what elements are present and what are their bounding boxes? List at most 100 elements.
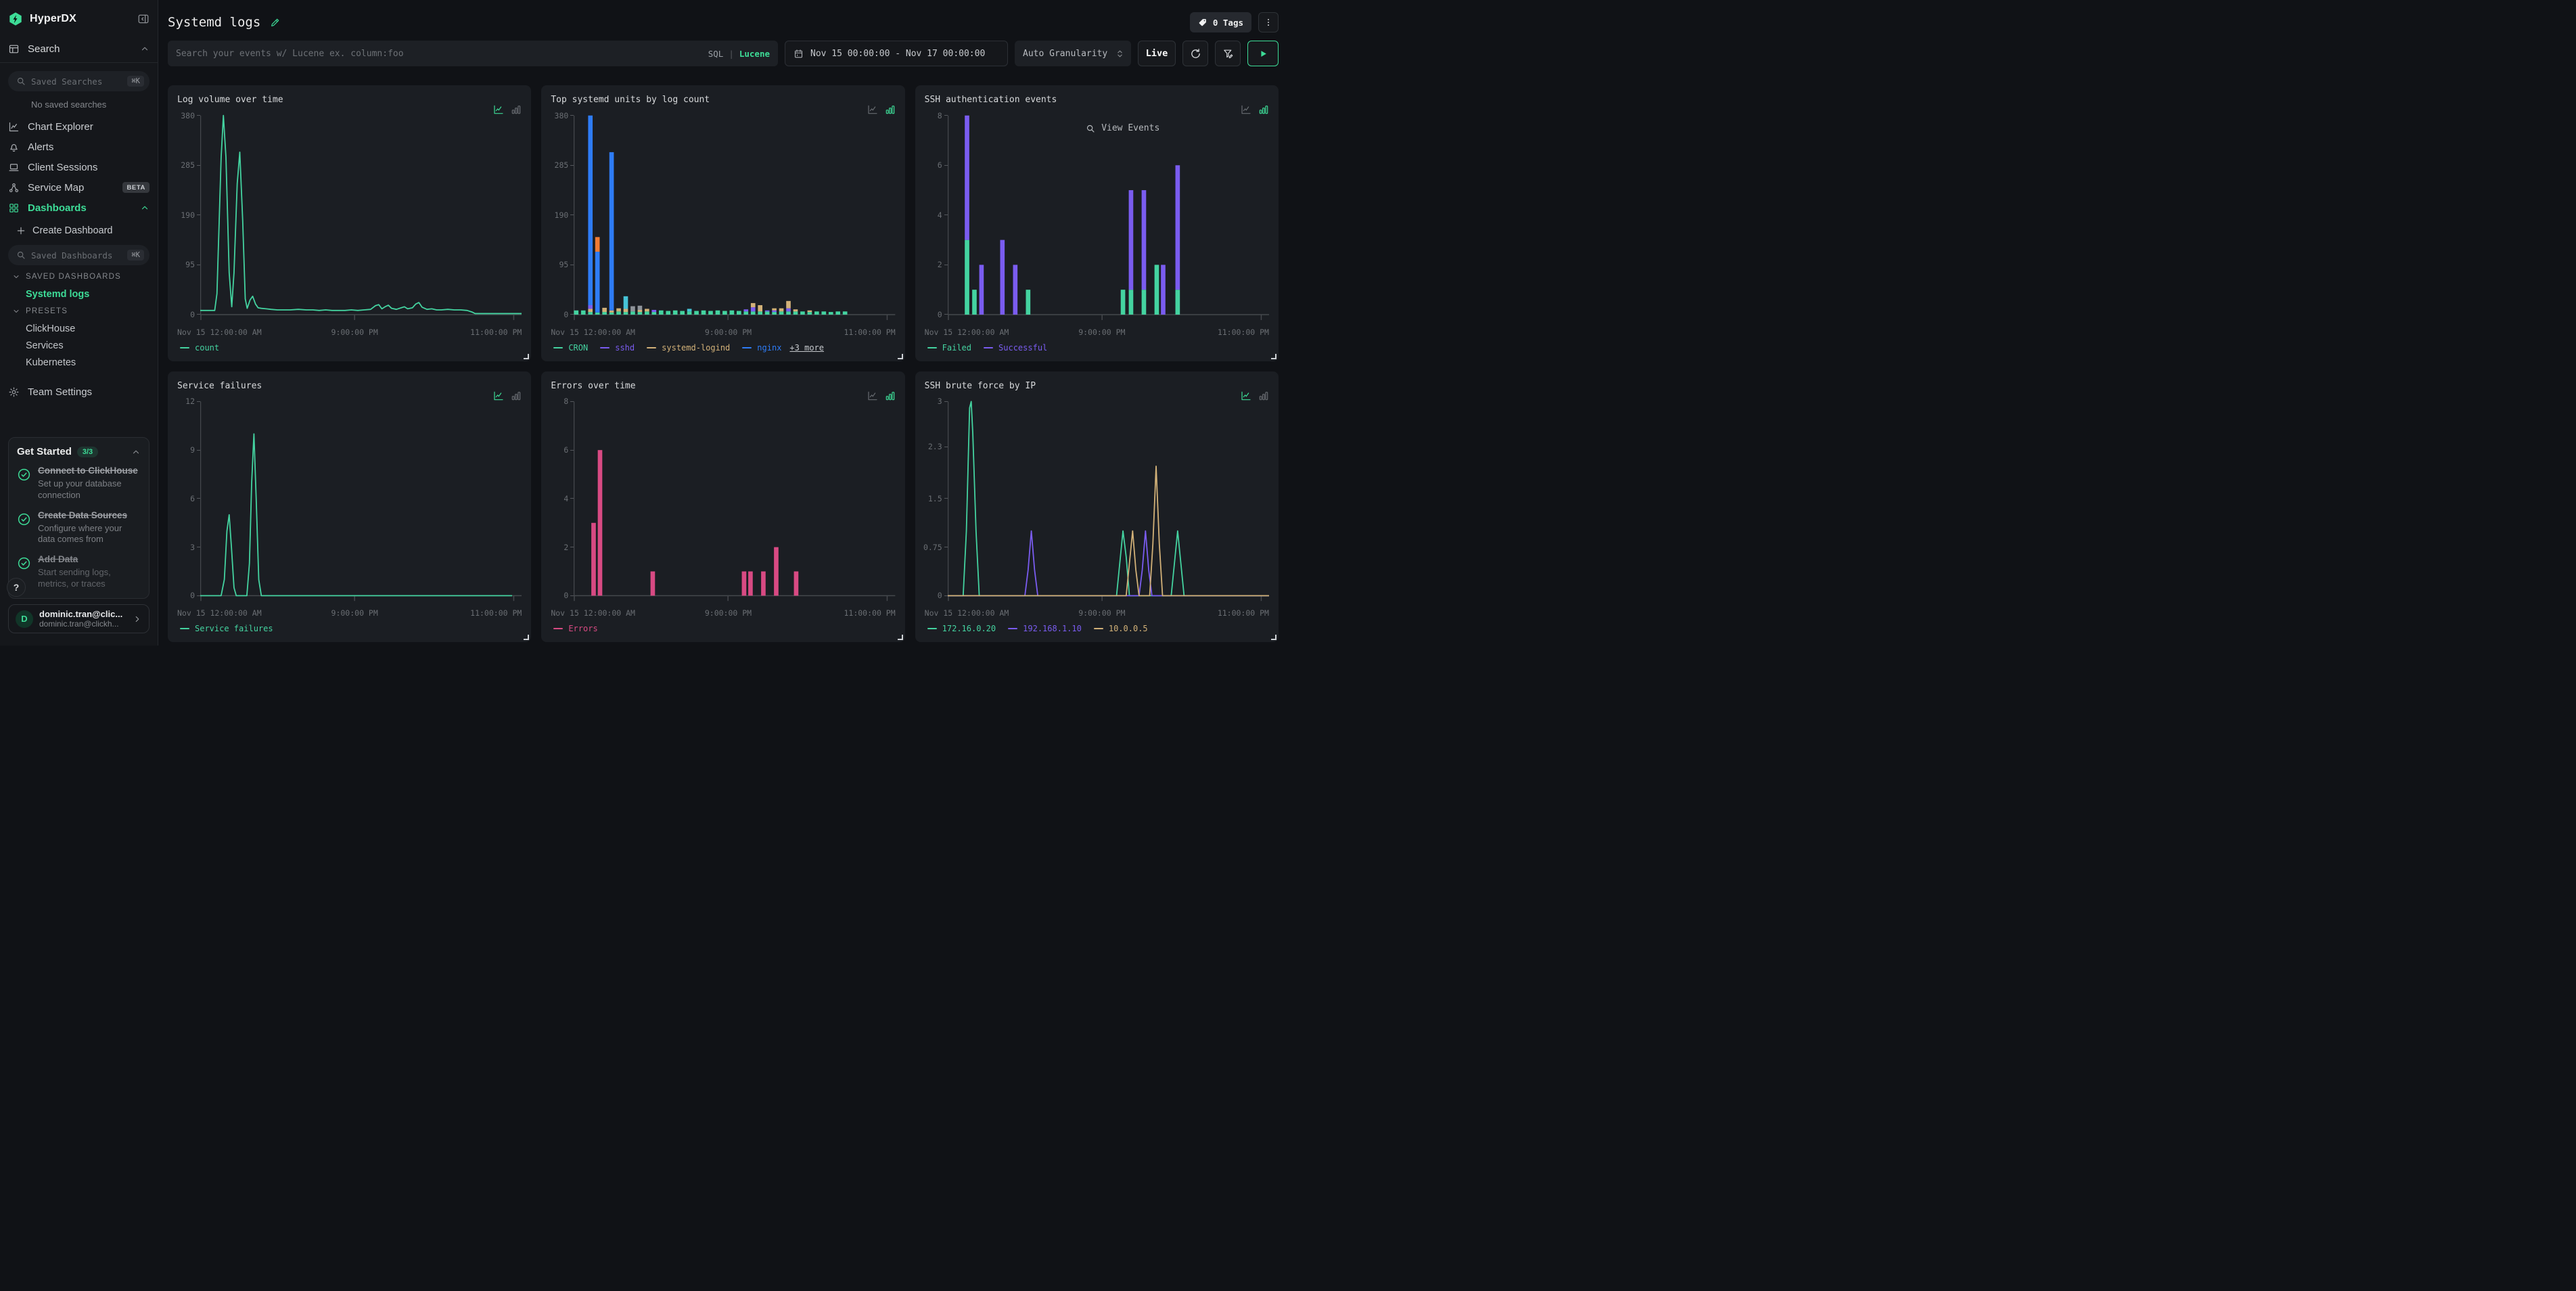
legend-item[interactable]: Failed bbox=[927, 343, 971, 353]
toolbar: SQL | Lucene Nov 15 00:00:00 - Nov 17 00… bbox=[168, 41, 1279, 66]
bar-view-icon[interactable] bbox=[1258, 390, 1269, 401]
line-view-icon[interactable] bbox=[867, 390, 878, 401]
saved-dashboards-section-header[interactable]: SAVED DASHBOARDS bbox=[12, 268, 150, 286]
edit-title-icon[interactable] bbox=[270, 17, 281, 28]
create-dashboard-button[interactable]: Create Dashboard bbox=[16, 221, 150, 241]
saved-dashboards-input[interactable]: ⌘K bbox=[8, 245, 150, 265]
y-axis: 02468 bbox=[925, 108, 948, 325]
saved-searches-input[interactable]: ⌘K bbox=[8, 71, 150, 91]
chart-plot[interactable] bbox=[948, 394, 1269, 606]
legend-item[interactable]: Successful bbox=[984, 343, 1047, 353]
legend-item[interactable]: nginx bbox=[742, 343, 781, 353]
legend-item[interactable]: count bbox=[180, 343, 219, 353]
help-button[interactable]: ? bbox=[7, 578, 26, 597]
tags-button[interactable]: 0 Tags bbox=[1190, 12, 1251, 32]
legend-label: Successful bbox=[998, 343, 1047, 353]
line-view-icon[interactable] bbox=[493, 390, 504, 401]
x-axis-label: 9:00:00 PM bbox=[331, 608, 378, 618]
chart-plot[interactable] bbox=[200, 394, 522, 606]
legend-item[interactable]: CRON bbox=[553, 343, 588, 353]
sidebar-item-service-map[interactable]: Service Map BETA bbox=[8, 177, 150, 198]
legend-item[interactable]: systemd-logind bbox=[647, 343, 730, 353]
y-axis-label: 380 bbox=[555, 111, 574, 120]
sidebar-item-alerts[interactable]: Alerts bbox=[8, 137, 150, 157]
get-started-step-sources[interactable]: Create Data Sources Configure where your… bbox=[17, 510, 141, 546]
resize-handle[interactable] bbox=[898, 354, 903, 359]
presets-section-header[interactable]: PRESETS bbox=[12, 302, 150, 320]
legend-item[interactable]: 10.0.0.5 bbox=[1094, 624, 1148, 633]
bar-view-icon[interactable] bbox=[1258, 104, 1269, 115]
refresh-button[interactable] bbox=[1182, 41, 1208, 66]
dashboard-menu-button[interactable] bbox=[1258, 12, 1279, 32]
get-started-step-add-data[interactable]: Add Data Start sending logs, metrics, or… bbox=[17, 554, 141, 590]
resize-handle[interactable] bbox=[524, 635, 529, 640]
legend-item[interactable]: Errors bbox=[553, 624, 597, 633]
resize-handle[interactable] bbox=[524, 354, 529, 359]
view-events-button[interactable]: View Events bbox=[1086, 123, 1159, 133]
legend-item[interactable]: 192.168.1.10 bbox=[1008, 624, 1082, 633]
x-axis-label: 9:00:00 PM bbox=[705, 608, 752, 618]
resize-handle[interactable] bbox=[1271, 635, 1276, 640]
dashboard-item-kubernetes[interactable]: Kubernetes bbox=[26, 354, 150, 371]
sidebar-item-search[interactable]: Search bbox=[8, 38, 150, 60]
y-axis-label: 0.75 bbox=[923, 543, 948, 552]
chart-canvas[interactable] bbox=[574, 394, 895, 606]
sidebar-item-dashboards[interactable]: Dashboards bbox=[8, 198, 150, 218]
y-axis-label: 8 bbox=[938, 111, 948, 120]
live-button[interactable]: Live bbox=[1138, 41, 1176, 66]
chart-canvas[interactable] bbox=[200, 108, 522, 325]
legend-item[interactable]: Service failures bbox=[180, 624, 273, 633]
filter-button[interactable] bbox=[1215, 41, 1241, 66]
saved-dashboards-field[interactable] bbox=[31, 250, 122, 261]
chart-canvas[interactable] bbox=[200, 394, 522, 606]
x-axis-label: Nov 15 12:00:00 AM bbox=[925, 608, 1009, 618]
sidebar-item-team-settings[interactable]: Team Settings bbox=[8, 382, 150, 402]
y-axis-label: 8 bbox=[564, 397, 574, 406]
time-range-picker[interactable]: Nov 15 00:00:00 - Nov 17 00:00:00 bbox=[785, 41, 1008, 66]
chevron-up-icon[interactable] bbox=[131, 447, 141, 457]
bar-view-icon[interactable] bbox=[885, 104, 896, 115]
lucene-toggle[interactable]: Lucene bbox=[739, 49, 770, 59]
chart-plot[interactable] bbox=[574, 394, 895, 606]
line-view-icon[interactable] bbox=[1241, 390, 1251, 401]
chart-plot[interactable] bbox=[574, 108, 895, 325]
event-search-box[interactable]: SQL | Lucene bbox=[168, 41, 778, 66]
get-started-step-connect[interactable]: Connect to ClickHouse Set up your databa… bbox=[17, 466, 141, 501]
legend-more-link[interactable]: +3 more bbox=[789, 343, 824, 353]
line-view-icon[interactable] bbox=[493, 104, 504, 115]
dashboard-item-clickhouse[interactable]: ClickHouse bbox=[26, 320, 150, 337]
search-icon bbox=[16, 250, 26, 260]
event-search-input[interactable] bbox=[176, 49, 702, 59]
chart-plot[interactable] bbox=[948, 108, 1269, 325]
granularity-select[interactable]: Auto Granularity bbox=[1015, 41, 1131, 66]
divider bbox=[0, 62, 158, 63]
run-query-button[interactable] bbox=[1247, 41, 1279, 66]
dashboard-grid: Log volume over time 095190285380 Nov 15… bbox=[168, 85, 1279, 642]
saved-searches-field[interactable] bbox=[31, 76, 122, 87]
chart-canvas[interactable] bbox=[574, 108, 895, 325]
app-window: HyperDX Search ⌘K No saved searches Char… bbox=[0, 0, 1288, 646]
resize-handle[interactable] bbox=[898, 635, 903, 640]
view-events-label: View Events bbox=[1101, 123, 1159, 133]
user-menu[interactable]: D dominic.tran@clic... dominic.tran@clic… bbox=[8, 604, 150, 633]
y-axis-label: 3 bbox=[190, 543, 200, 552]
resize-handle[interactable] bbox=[1271, 354, 1276, 359]
sidebar-item-label: Team Settings bbox=[28, 386, 150, 398]
dashboard-item-services[interactable]: Services bbox=[26, 337, 150, 354]
chart-plot[interactable] bbox=[200, 108, 522, 325]
legend-label: count bbox=[195, 343, 219, 353]
dashboard-item-systemd-logs[interactable]: Systemd logs bbox=[26, 286, 150, 302]
sidebar-item-client-sessions[interactable]: Client Sessions bbox=[8, 157, 150, 177]
chart-canvas[interactable] bbox=[948, 108, 1269, 325]
sidebar-collapse-icon[interactable] bbox=[137, 13, 150, 25]
legend-item[interactable]: 172.16.0.20 bbox=[927, 624, 996, 633]
line-view-icon[interactable] bbox=[867, 104, 878, 115]
bar-view-icon[interactable] bbox=[511, 104, 522, 115]
bar-view-icon[interactable] bbox=[885, 390, 896, 401]
line-view-icon[interactable] bbox=[1241, 104, 1251, 115]
sql-toggle[interactable]: SQL bbox=[708, 49, 724, 59]
chart-canvas[interactable] bbox=[948, 394, 1269, 606]
bar-view-icon[interactable] bbox=[511, 390, 522, 401]
legend-item[interactable]: sshd bbox=[600, 343, 635, 353]
sidebar-item-chart-explorer[interactable]: Chart Explorer bbox=[8, 116, 150, 137]
